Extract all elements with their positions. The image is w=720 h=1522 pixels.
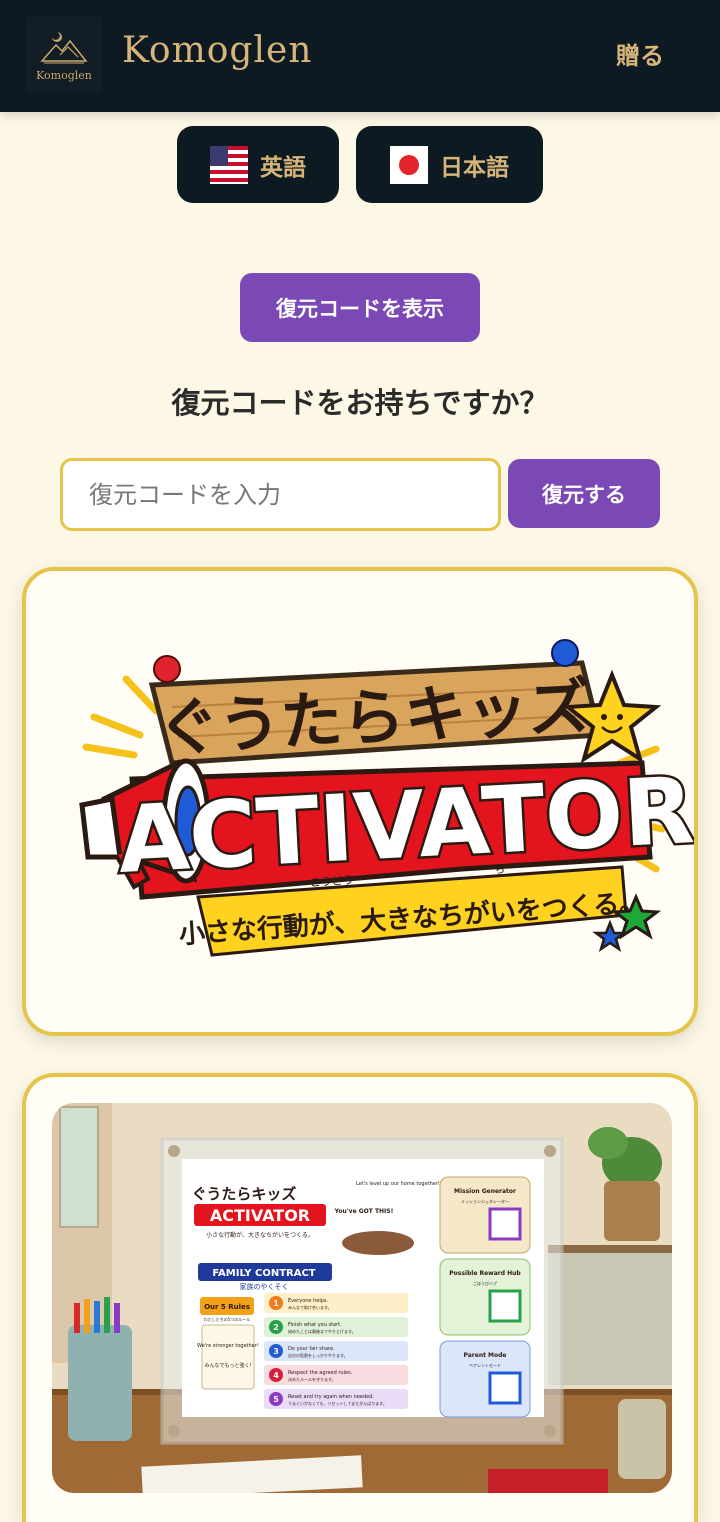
rules-heading: Our 5 Rules (204, 1303, 250, 1311)
rule-ja-1: みんなで助け合います。 (288, 1304, 332, 1310)
rule-num-1: 1 (273, 1299, 279, 1308)
activator-banner: ぐうたらキッズ ACTIVATOR 小さな行動が、大きなちがいをつくる。 こうど… (79, 639, 694, 957)
side-panels: Mission Generator ミッションジェネレーター Possible … (439, 1176, 531, 1418)
rule-en-4: Respect the agreed rules. (288, 1370, 353, 1376)
contract-title: FAMILY CONTRACT (212, 1268, 315, 1279)
qr-code-icon (488, 1289, 522, 1323)
blue-pin (551, 639, 579, 667)
gift-link[interactable]: 贈る (616, 36, 664, 71)
banner-card[interactable]: ぐうたらキッズ ACTIVATOR 小さな行動が、大きなちがいをつくる。 こうど… (22, 567, 698, 1036)
rule-en-2: Finish what you start. (288, 1322, 342, 1328)
rule-en-1: Everyone helps. (288, 1298, 329, 1304)
rule-en-5: Reset and try again when needed. (288, 1394, 374, 1400)
rule-num-5: 5 (273, 1395, 279, 1404)
bubble-got-this: You've GOT THIS! (334, 1208, 394, 1215)
side-parent-en: Parent Mode (464, 1352, 507, 1359)
sloth-icon (342, 1231, 414, 1255)
side-reward-en: Possible Reward Hub (449, 1270, 521, 1277)
restore-submit-button[interactable]: 復元する (508, 459, 660, 528)
us-flag-icon (210, 145, 248, 184)
red-pin (153, 655, 181, 683)
brand-name[interactable]: Komoglen (122, 30, 312, 71)
blue-star-icon (592, 919, 628, 952)
rules-subheading: わたしたちの5つのルール (204, 1316, 251, 1322)
rules-list: 1 Everyone helps. みんなで助け合います。 2 Finish w… (264, 1293, 408, 1409)
rule-ja-5: うまくいかなくても、リセットしてまたがんばります。 (288, 1400, 387, 1406)
stronger-en: We're stronger together! (197, 1343, 259, 1349)
poster-title: ぐうたらキッズ (192, 1185, 297, 1203)
poster-card[interactable]: ぐうたらキッズ ACTIVATOR 小さな行動が、大きなちがいをつくる。 You… (22, 1073, 698, 1522)
logo[interactable]: Komoglen (26, 16, 102, 92)
show-restore-code-button[interactable]: 復元コードを表示 (240, 273, 480, 342)
rule-num-3: 3 (273, 1347, 279, 1356)
logo-text: Komoglen (36, 68, 92, 82)
contract-subtitle: 家族のやくそく (240, 1282, 289, 1291)
poster-photo: ぐうたらキッズ ACTIVATOR 小さな行動が、大きなちがいをつくる。 You… (52, 1103, 672, 1493)
rule-ja-2: 始めたことは最後までやりとげます。 (288, 1328, 356, 1334)
rule-ja-3: 自分の役割をしっかりやります。 (288, 1352, 348, 1358)
rule-num-2: 2 (273, 1323, 279, 1332)
side-mission-ja: ミッションジェネレーター (461, 1198, 509, 1204)
app-header: Komoglen Komoglen 贈る (0, 0, 720, 112)
language-japanese-label: 日本語 (440, 154, 509, 181)
language-english-button[interactable]: 英語 (177, 126, 339, 203)
rule-ja-4: 決めたルールを守ります。 (288, 1376, 336, 1382)
qr-code-icon (488, 1207, 522, 1241)
rule-num-4: 4 (273, 1371, 279, 1380)
stronger-ja: みんなでもっと強く! (204, 1362, 251, 1369)
jp-flag-icon (390, 145, 428, 184)
mug-icon (618, 1399, 666, 1479)
side-reward-ja: ごほうびハブ (473, 1280, 497, 1286)
poster-subtitle: ACTIVATOR (210, 1206, 310, 1225)
poster-tagline: 小さな行動が、大きなちがいをつくる。 (206, 1231, 314, 1239)
qr-code-icon (488, 1371, 522, 1405)
ruby-chi: ち (494, 863, 506, 877)
moon-mountain-logo-icon (40, 31, 88, 63)
side-parent-ja: ペアレントモード (469, 1362, 501, 1368)
side-mission-en: Mission Generator (454, 1188, 516, 1195)
restore-code-input[interactable] (60, 458, 501, 531)
rule-en-3: Do your fair share. (288, 1346, 335, 1352)
language-japanese-button[interactable]: 日本語 (356, 126, 543, 203)
language-english-label: 英語 (260, 154, 306, 181)
bubble-level-up: Let's level up our home together! (356, 1181, 440, 1187)
restore-question: 復元コードをお持ちですか？ (171, 386, 549, 420)
